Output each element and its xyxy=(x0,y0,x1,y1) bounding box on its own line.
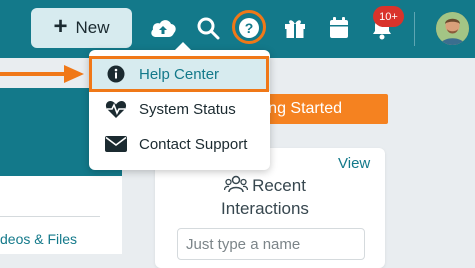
menu-item-label: System Status xyxy=(139,100,236,118)
menu-item-label: Contact Support xyxy=(139,135,248,153)
videos-files-link[interactable]: deos & Files xyxy=(0,231,77,247)
topbar-divider xyxy=(414,12,415,46)
new-button[interactable]: + New xyxy=(31,8,132,48)
notification-badge: 10+ xyxy=(373,6,404,27)
plus-icon: + xyxy=(53,13,68,40)
heartbeat-icon xyxy=(105,98,127,120)
menu-item-contact-support[interactable]: Contact Support xyxy=(89,127,270,161)
recent-interactions-title: Recent Interactions xyxy=(200,175,330,219)
cloud-upload-icon[interactable] xyxy=(149,14,177,42)
left-panel-divider xyxy=(0,216,100,217)
calendar-icon[interactable] xyxy=(325,14,353,42)
gift-icon[interactable] xyxy=(281,14,309,42)
avatar[interactable] xyxy=(436,12,469,45)
people-icon xyxy=(223,175,249,198)
help-center-highlight-box xyxy=(89,56,269,92)
name-search-input[interactable] xyxy=(177,228,365,260)
envelope-icon xyxy=(105,133,127,155)
dropdown-caret xyxy=(174,42,192,51)
help-icon[interactable]: ? xyxy=(235,14,263,42)
search-icon[interactable] xyxy=(194,14,222,42)
svg-text:?: ? xyxy=(245,20,254,36)
menu-item-system-status[interactable]: System Status xyxy=(89,92,270,126)
recent-title-line2: Interactions xyxy=(221,199,309,219)
getting-started-button[interactable]: ng Started xyxy=(252,94,388,124)
view-link[interactable]: View xyxy=(338,155,370,172)
new-button-label: New xyxy=(75,18,110,37)
pointer-arrow-icon xyxy=(0,65,84,83)
recent-title-line1: Recent xyxy=(252,176,306,195)
